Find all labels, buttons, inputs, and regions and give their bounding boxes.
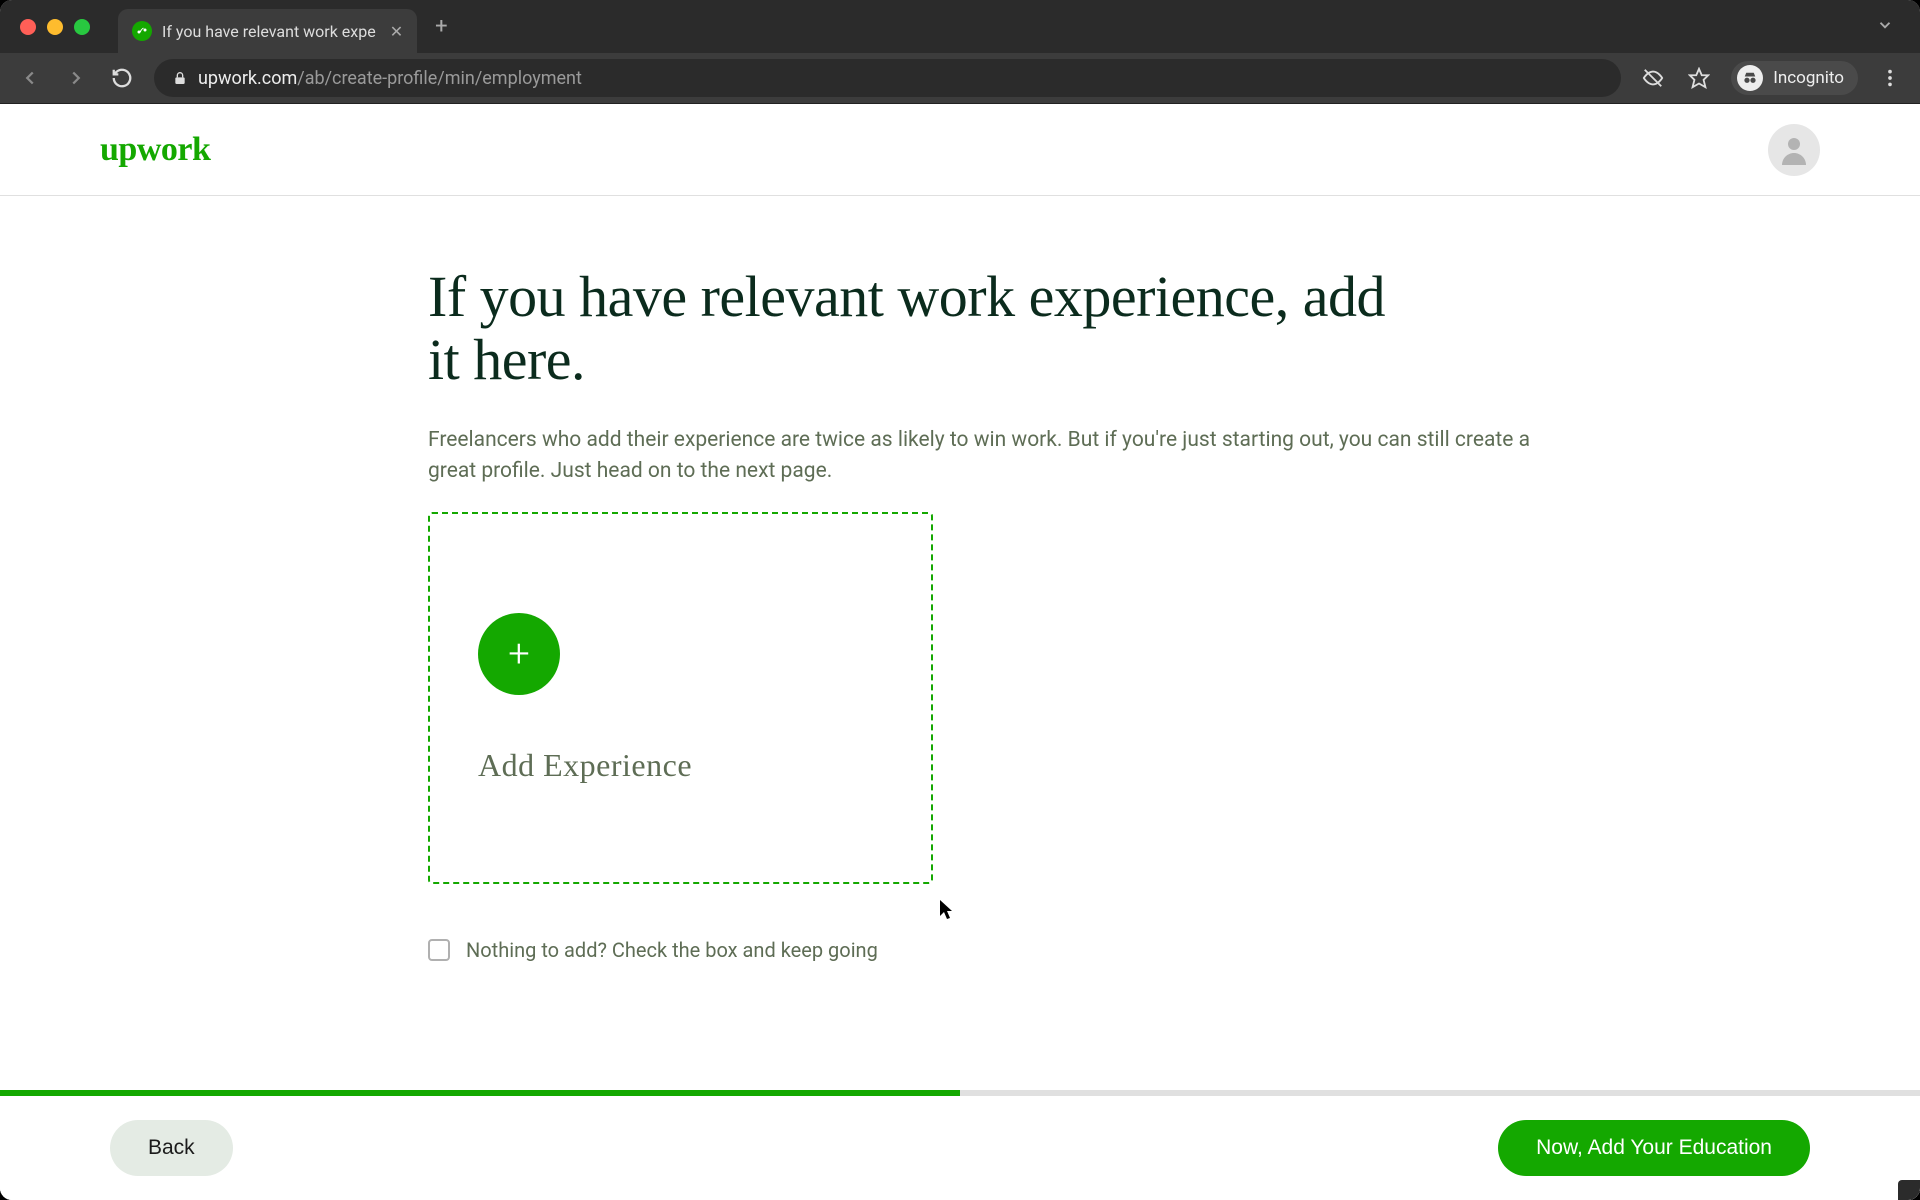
tabs-menu-icon[interactable] <box>1876 16 1894 38</box>
window-close-button[interactable] <box>20 19 36 35</box>
lock-icon <box>172 70 188 86</box>
tab-title: If you have relevant work expe <box>162 22 376 41</box>
incognito-chip[interactable]: Incognito <box>1731 61 1858 95</box>
titlebar: If you have relevant work expe ✕ + <box>0 0 1920 53</box>
nav-back-icon[interactable] <box>16 64 44 92</box>
window-minimize-button[interactable] <box>47 19 63 35</box>
traffic-lights <box>20 19 90 35</box>
browser-tab[interactable]: If you have relevant work expe ✕ <box>118 9 417 53</box>
browser-window: If you have relevant work expe ✕ + upwor… <box>0 0 1920 1200</box>
tab-favicon-icon <box>132 21 152 41</box>
next-button[interactable]: Now, Add Your Education <box>1498 1120 1810 1176</box>
footer: Back Now, Add Your Education <box>0 1096 1920 1200</box>
nothing-to-add-checkbox[interactable] <box>428 939 450 961</box>
page: upwork If you have relevant work experie… <box>0 104 1920 1200</box>
upwork-logo[interactable]: upwork <box>100 131 210 169</box>
app-header: upwork <box>0 104 1920 196</box>
nav-forward-icon[interactable] <box>62 64 90 92</box>
page-subtext: Freelancers who add their experience are… <box>428 425 1568 486</box>
plus-icon[interactable]: + <box>478 613 560 695</box>
window-maximize-button[interactable] <box>74 19 90 35</box>
add-experience-label: Add Experience <box>478 747 931 784</box>
incognito-label: Incognito <box>1773 68 1844 88</box>
browser-menu-icon[interactable] <box>1876 64 1904 92</box>
address-bar: upwork.com/ab/create-profile/min/employm… <box>0 53 1920 104</box>
page-title: If you have relevant work experience, ad… <box>428 266 1408 391</box>
incognito-icon <box>1737 65 1763 91</box>
bookmark-star-icon[interactable] <box>1685 64 1713 92</box>
nothing-to-add-row: Nothing to add? Check the box and keep g… <box>428 938 1608 962</box>
eye-off-icon[interactable] <box>1639 64 1667 92</box>
avatar[interactable] <box>1768 124 1820 176</box>
url-input[interactable]: upwork.com/ab/create-profile/min/employm… <box>154 59 1621 97</box>
back-button[interactable]: Back <box>110 1120 233 1176</box>
reload-icon[interactable] <box>108 64 136 92</box>
nothing-to-add-label: Nothing to add? Check the box and keep g… <box>466 938 878 962</box>
url-path: /ab/create-profile/min/employment <box>297 68 582 89</box>
content: If you have relevant work experience, ad… <box>0 196 1920 1090</box>
url-host: upwork.com <box>198 68 297 89</box>
new-tab-button[interactable]: + <box>435 14 447 39</box>
add-experience-card[interactable]: + Add Experience <box>428 512 933 884</box>
tab-close-icon[interactable]: ✕ <box>390 22 403 41</box>
